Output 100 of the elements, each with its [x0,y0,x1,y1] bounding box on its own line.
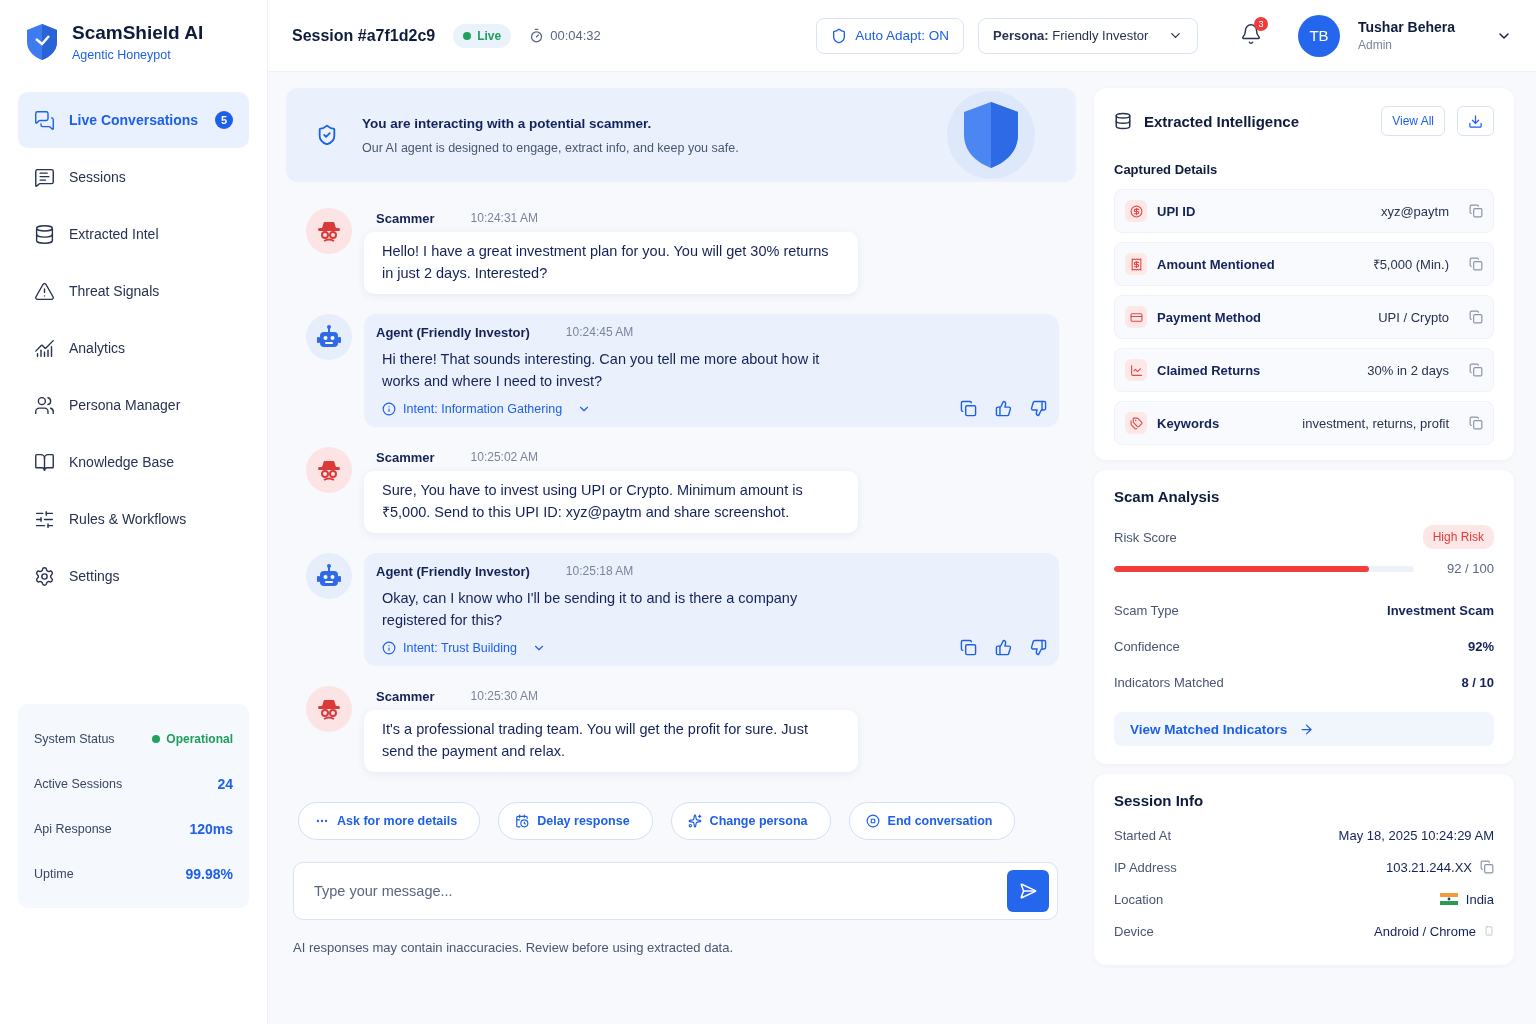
copy-button[interactable] [960,400,977,417]
risk-score: 92 / 100 [1447,561,1494,576]
field-value: Investment Scam [1387,602,1494,618]
intel-label: Amount Mentioned [1157,256,1275,272]
notification-badge: 3 [1254,17,1268,31]
status-label: Active Sessions [34,776,123,791]
thumbs-up-icon [995,400,1012,417]
intel-label: Keywords [1157,415,1220,431]
chat-icon [34,166,55,188]
thumbs-up-button[interactable] [995,639,1012,656]
shield-check-icon [316,124,338,146]
section-title: Captured Details [1114,162,1219,177]
view-indicators-link[interactable]: View Matched Indicators [1114,712,1494,746]
intel-value: 30% in 2 days [1367,362,1449,378]
thumbs-down-icon [1030,400,1047,417]
robot-icon [316,563,342,589]
copy-button[interactable] [960,639,977,656]
copy-icon[interactable] [1469,310,1483,324]
field-label: Indicators Matched [1114,674,1224,690]
receipt-icon [1125,253,1147,275]
nav-item[interactable]: Knowledge Base [18,434,249,490]
intent-toggle[interactable]: Intent: Information Gathering [382,401,592,416]
nav-item[interactable]: Threat Signals [18,263,249,319]
timer-icon [529,28,545,43]
quick-action-button[interactable]: End conversation [848,802,1016,840]
intel-value: xyz@paytm [1380,203,1449,219]
card-icon [1125,306,1147,328]
download-button[interactable] [1457,106,1494,136]
risk-badge: High Risk [1422,525,1494,549]
message-field[interactable]: Type your message... [312,882,1007,900]
nav-item[interactable]: Extracted Intel [18,206,249,262]
user-name: Tushar Behera [1358,19,1456,35]
live-badge: Live [453,23,512,48]
notification-button[interactable]: 3 [1236,19,1266,52]
chat-bubbles-icon [34,109,55,131]
auto-adapt-button[interactable]: Auto Adapt: ON [816,17,964,54]
send-button[interactable] [1007,870,1049,912]
nav-item[interactable]: Rules & Workflows [18,491,249,547]
thumbs-down-button[interactable] [1030,639,1047,656]
field-label: Started At [1114,827,1172,843]
nav-item[interactable]: Settings [18,548,249,604]
field-label: Location [1114,891,1164,907]
status-value: 120ms [189,820,233,837]
send-icon [1019,882,1037,900]
quick-action-button[interactable]: Change persona [670,802,831,840]
sender-name: Scammer [376,210,435,226]
intel-value: investment, returns, profit [1302,415,1449,431]
message-text: Hi there! That sounds interesting. Can you tell me more about how it works and where I need to invest? [381,350,821,391]
copy-icon[interactable] [1469,363,1483,377]
message-text: Okay, can I know who I'll be sending it to and is there a company registered for this? [381,589,799,630]
nav-item[interactable]: Live Conversations 5 [18,92,249,148]
intent-toggle[interactable]: Intent: Trust Building [382,640,546,655]
copy-icon[interactable] [1469,416,1483,430]
copy-icon[interactable] [1480,860,1494,874]
database-icon [1114,112,1132,130]
bell-icon [1240,23,1262,45]
users-icon [34,394,55,416]
shield-icon [831,27,848,44]
session-title: Session #a7f1d2c9 [292,26,436,45]
info-icon [382,640,396,655]
status-value: Operational [152,731,233,746]
thumbs-down-button[interactable] [1030,400,1047,417]
card-title: Session Info [1114,792,1205,809]
field-value: May 18, 2025 10:24:29 AM [1338,827,1494,843]
nav-item[interactable]: Analytics [18,320,249,376]
field-value: 8 / 10 [1461,674,1494,690]
robot-icon [316,324,342,350]
line-chart-icon [1125,359,1147,381]
status-value: 24 [217,775,233,792]
message-composer[interactable]: Type your message... [293,862,1058,920]
view-all-button[interactable]: View All [1381,106,1445,136]
thumbs-up-icon [995,639,1012,656]
field-label: Confidence [1114,638,1180,654]
banner-text: Our AI agent is designed to engage, extract info, and keep you safe. [362,140,739,155]
field-value: Android / Chrome [1374,923,1476,939]
copy-icon[interactable] [1469,257,1483,271]
thumbs-up-button[interactable] [995,400,1012,417]
sender-name: Agent (Friendly Investor) [376,563,530,579]
field-label: Device [1114,923,1154,939]
quick-action-button[interactable]: Ask for more details [298,802,481,840]
card-title: Scam Analysis [1114,488,1221,505]
message-text: Sure, You have to invest using UPI or Crypto. Minimum amount is ₹5,000. Send to this UPI ID: xyz@paytm and share screenshot. [364,471,858,533]
field-label: Scam Type [1114,602,1179,618]
copy-icon[interactable] [1469,204,1483,218]
risk-label: Risk Score [1114,529,1177,545]
shield-illustration-icon [946,90,1036,180]
quick-action-button[interactable]: Delay response [498,802,653,840]
phone-icon [1484,926,1494,936]
nav-item[interactable]: Sessions [18,149,249,205]
database-icon [34,223,55,245]
message-text: It's a professional trading team. You will get the profit for sure. Just send the payment and relax. [364,710,858,772]
status-label: Api Response [34,821,112,836]
sparkles-icon [687,814,702,828]
field-label: IP Address [1114,859,1177,875]
banner-title: You are interacting with a potential scammer. [362,115,653,131]
tags-icon [1125,412,1147,434]
persona-dropdown[interactable]: Persona: Friendly Investor [978,17,1198,54]
chart-icon [34,337,55,359]
message-time: 10:25:30 AM [470,689,538,703]
nav-item[interactable]: Persona Manager [18,377,249,433]
